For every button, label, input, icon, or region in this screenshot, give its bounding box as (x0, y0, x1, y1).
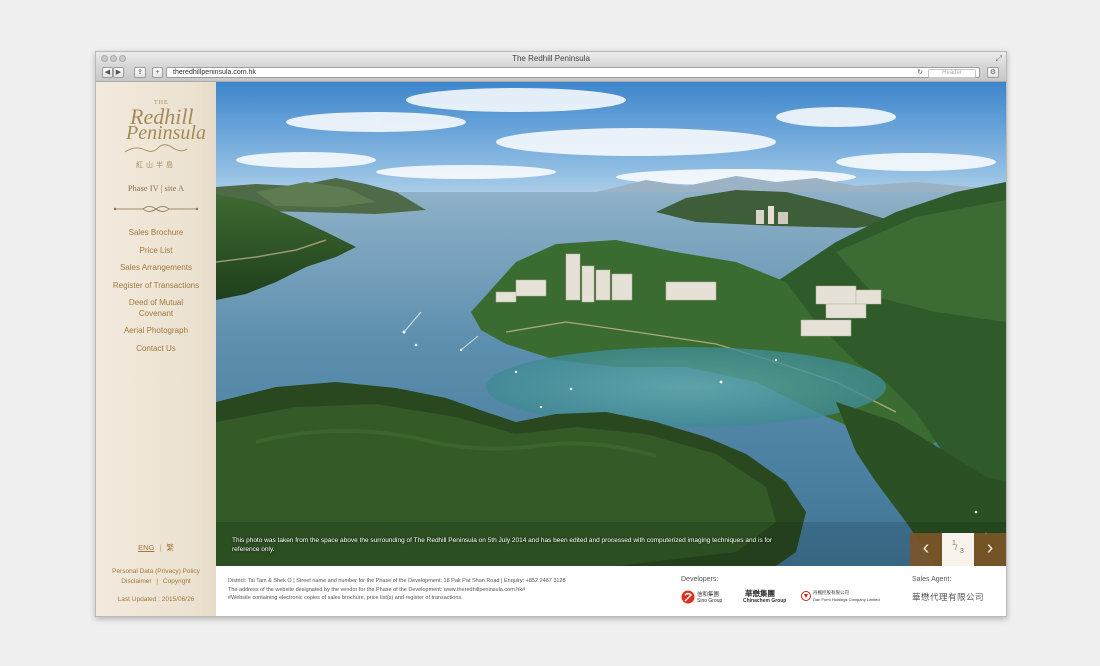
info-bar: District: Tai Tam & Shek O | Street name… (216, 566, 1006, 616)
page-total: 3 (960, 548, 964, 555)
sales-agent-name: 華懋代理有限公司 (912, 592, 985, 602)
info-line-website: The address of the website designated by… (228, 586, 526, 593)
settings-gear-icon[interactable]: ⚙ (987, 67, 999, 78)
nav-item-contact-us[interactable]: Contact Us (96, 344, 216, 355)
forward-icon[interactable]: ▶ (113, 67, 124, 78)
redhill-logo[interactable]: THE Redhill Peninsula 紅山半島 (96, 98, 216, 173)
nav-item-price-list[interactable]: Price List (96, 246, 216, 257)
sino-group-icon (681, 590, 695, 604)
photo-pager: ‹ 1 / 3 › (910, 533, 1006, 566)
close-window-icon[interactable] (101, 55, 108, 62)
window-title: The Redhill Peninsula (512, 54, 590, 63)
chinachem-group-en: Chinachem Group (743, 598, 787, 604)
info-line-district: District: Tai Tam & Shek O | Street name… (228, 578, 566, 584)
next-photo-button[interactable]: › (974, 533, 1006, 566)
developers-label: Developers: (681, 576, 719, 583)
dan-form-icon (801, 591, 811, 601)
dan-form-cn: 丹楓控股有限公司 (813, 590, 849, 595)
aerial-photo: This photo was taken from the space abov… (216, 82, 1006, 566)
privacy-policy-link[interactable]: Personal Data (Privacy) Policy (112, 568, 200, 575)
prev-photo-button[interactable]: ‹ (910, 533, 942, 566)
nav-item-aerial-photograph[interactable]: Aerial Photograph (96, 326, 216, 337)
sino-group-en: Sino Group (697, 598, 723, 604)
zoom-window-icon[interactable] (119, 55, 126, 62)
aerial-landscape-image (216, 82, 1006, 566)
address-bar[interactable]: theredhillpeninsula.com.hk ↻ Reader (166, 67, 980, 78)
page-content: THE Redhill Peninsula 紅山半島 Phase IV | si… (96, 82, 1006, 616)
nav-item-sales-arrangements[interactable]: Sales Arrangements (96, 263, 216, 274)
last-updated: Last Updated : 2015/06/26 (117, 596, 195, 603)
dan-form-en: Dan Form Holdings Company Limited (813, 597, 880, 602)
copyright-link[interactable]: Copyright (163, 578, 191, 585)
title-bar: The Redhill Peninsula ⤢ (96, 52, 1006, 65)
developer-logos: 信和集團 Sino Group 華懋集團 Chinachem Group 丹楓控… (681, 589, 891, 610)
nav-item-register-of-transactions[interactable]: Register of Transactions (96, 281, 216, 292)
language-switcher: ENG | 繁 (138, 543, 174, 552)
phase-label: Phase IV | site A (127, 183, 185, 193)
info-line-note: #Website containing electronic copies of… (228, 595, 463, 601)
sales-agent-label: Sales Agent: (912, 576, 952, 583)
fullscreen-icon[interactable]: ⤢ (996, 54, 1002, 63)
ornament-divider-icon (113, 206, 199, 212)
sidebar-nav: Sales Brochure Price List Sales Arrangem… (96, 228, 216, 361)
logo-word-peninsula: Peninsula (126, 122, 206, 144)
browser-window: The Redhill Peninsula ⤢ ◀ ▶ ⇪ + theredhi… (95, 51, 1007, 617)
share-icon[interactable]: ⇪ (134, 67, 146, 78)
nav-item-deed-of-mutual-covenant[interactable]: Deed of Mutual Covenant (121, 298, 191, 319)
back-icon[interactable]: ◀ (102, 67, 113, 78)
footer-links: Personal Data (Privacy) Policy Disclaime… (112, 568, 200, 585)
sidebar: THE Redhill Peninsula 紅山半島 Phase IV | si… (96, 82, 216, 616)
development-info: District: Tai Tam & Shek O | Street name… (228, 577, 668, 603)
sino-group-cn: 信和集團 (697, 592, 720, 598)
reload-icon[interactable]: ↻ (917, 68, 923, 77)
photo-counter: 1 / 3 (942, 533, 974, 566)
disclaimer-link[interactable]: Disclaimer (121, 578, 151, 585)
logo-chinese-name: 紅山半島 (136, 161, 176, 169)
lang-chinese-link[interactable]: 繁 (166, 543, 174, 552)
new-tab-icon[interactable]: + (152, 67, 163, 78)
logo-swirl-icon (124, 144, 188, 153)
reader-button[interactable]: Reader (928, 69, 976, 78)
browser-toolbar: ◀ ▶ ⇪ + theredhillpeninsula.com.hk ↻ Rea… (96, 65, 1006, 82)
minimize-window-icon[interactable] (110, 55, 117, 62)
nav-item-sales-brochure[interactable]: Sales Brochure (96, 228, 216, 239)
url-text: theredhillpeninsula.com.hk (173, 69, 256, 76)
photo-caption: This photo was taken from the space abov… (232, 537, 773, 553)
lang-eng-link[interactable]: ENG (138, 543, 154, 552)
